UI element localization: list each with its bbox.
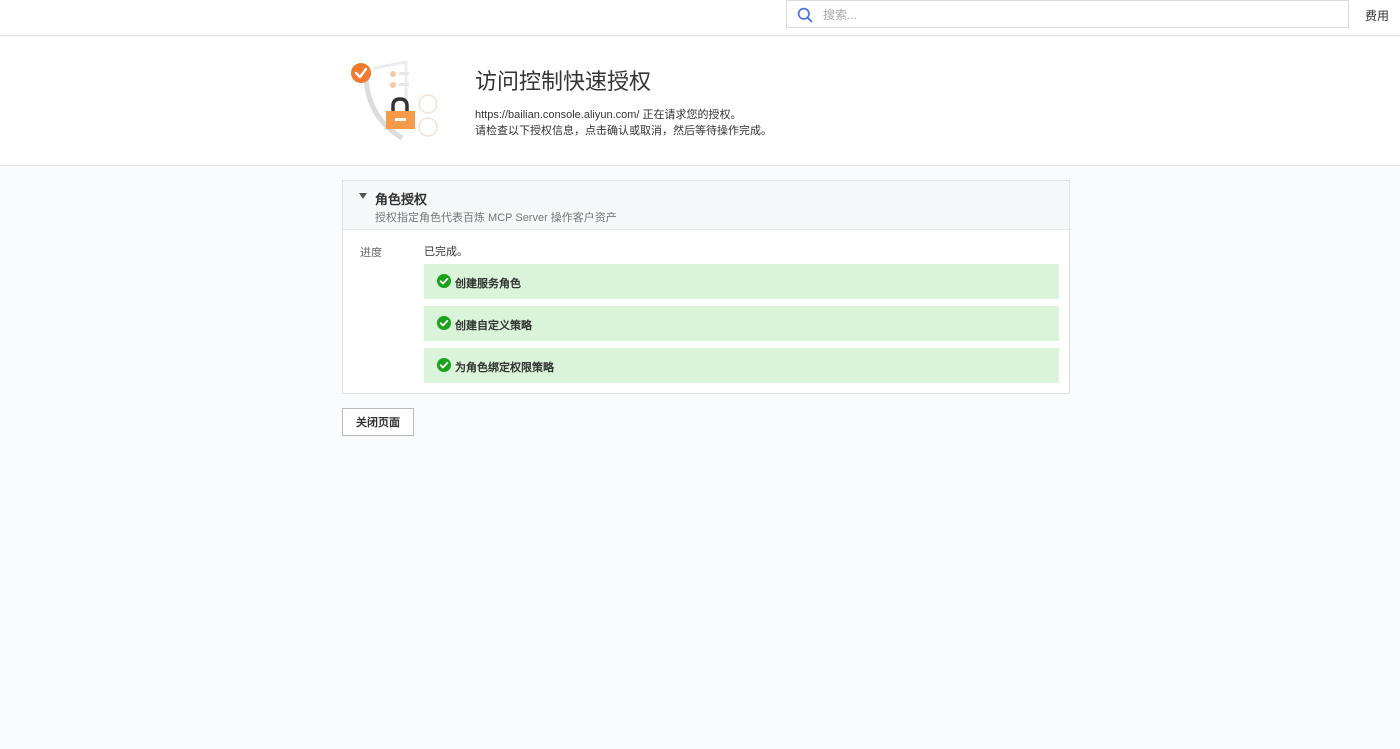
check-circle-icon [437, 358, 451, 372]
hero-banner: 访问控制快速授权 https://bailian.console.aliyun.… [0, 37, 1400, 166]
progress-status: 已完成。 [424, 246, 468, 258]
search-box[interactable] [786, 0, 1349, 28]
search-input[interactable] [823, 5, 1323, 25]
top-bar: 费用 [0, 0, 1400, 36]
check-circle-icon [437, 316, 451, 330]
hero-description: https://bailian.console.aliyun.com/ 正在请求… [475, 107, 772, 139]
step-item: 创建自定义策略 [424, 306, 1059, 341]
page-title: 访问控制快速授权 [475, 69, 652, 94]
step-label: 创建自定义策略 [455, 320, 532, 332]
step-label: 创建服务角色 [455, 278, 521, 290]
hero-desc-line1: https://bailian.console.aliyun.com/ 正在请求… [475, 107, 772, 123]
hero-desc-line2: 请检查以下授权信息，点击确认或取消，然后等待操作完成。 [475, 125, 772, 137]
shield-lock-icon [351, 60, 438, 141]
role-authorization-card: 角色授权 授权指定角色代表百炼 MCP Server 操作客户资产 进度 已完成… [342, 180, 1070, 394]
card-header[interactable]: 角色授权 授权指定角色代表百炼 MCP Server 操作客户资产 [343, 181, 1069, 230]
step-label: 为角色绑定权限策略 [455, 362, 554, 374]
step-list: 创建服务角色 创建自定义策略 为角色绑定权限策略 [424, 264, 1059, 390]
hero-desc-line1-suffix: 正在请求您的授权。 [639, 109, 742, 121]
search-icon[interactable] [797, 7, 813, 23]
progress-label: 进度 [360, 247, 382, 259]
step-item: 为角色绑定权限策略 [424, 348, 1059, 383]
card-title: 角色授权 [375, 192, 428, 207]
check-circle-icon [437, 274, 451, 288]
requesting-url: https://bailian.console.aliyun.com/ [475, 109, 640, 121]
collapse-caret-icon[interactable] [359, 193, 367, 199]
step-item: 创建服务角色 [424, 264, 1059, 299]
billing-link[interactable]: 费用 [1365, 7, 1389, 24]
close-page-button[interactable]: 关闭页面 [342, 408, 414, 436]
card-subtitle: 授权指定角色代表百炼 MCP Server 操作客户资产 [375, 212, 617, 224]
